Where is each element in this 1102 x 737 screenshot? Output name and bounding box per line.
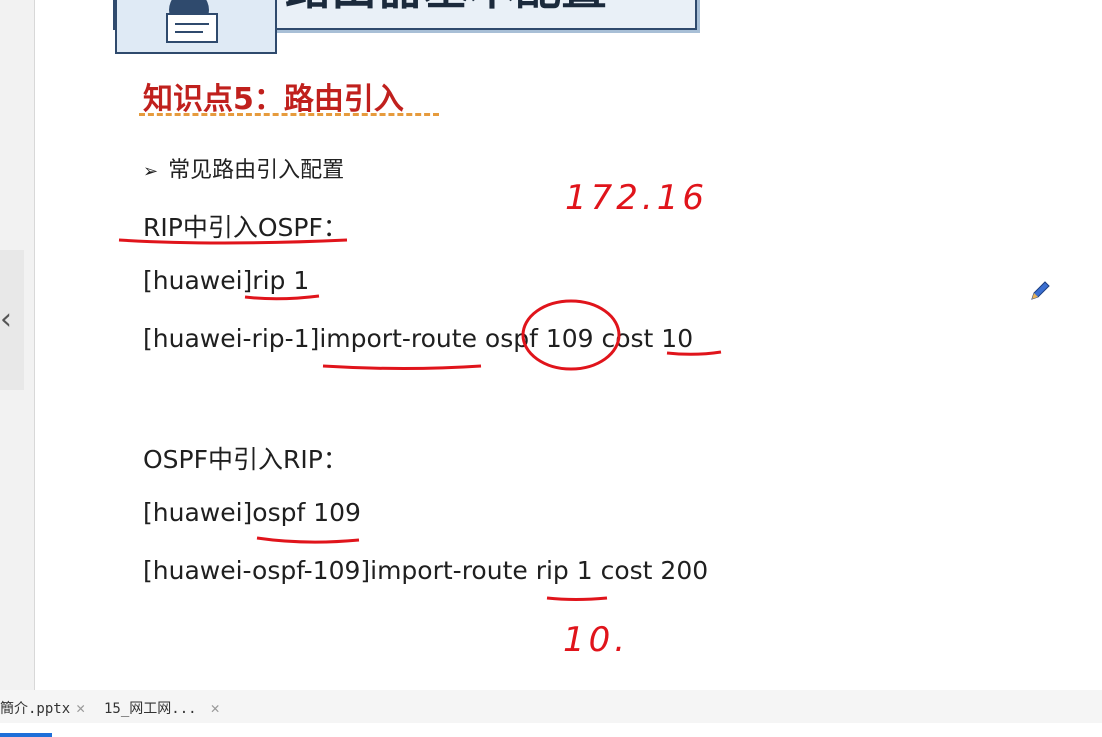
tab-label: 15_网工网... (104, 701, 197, 717)
chevron-left-icon: ‹ (0, 302, 12, 337)
ink-underline-rip-1-ospf (546, 596, 608, 601)
document-tab-bar: 簡介.pptx ✕ 15_网工网... ✕ (0, 690, 1102, 723)
ink-underline-rip-1 (244, 294, 320, 301)
ink-underline-ospf-109 (256, 536, 360, 544)
ink-annotations (118, 238, 722, 601)
close-icon[interactable]: ✕ (76, 699, 85, 717)
ink-circle-ospf-109 (521, 299, 621, 371)
ink-underline-cost-10 (666, 350, 722, 356)
tab-pptx[interactable]: 簡介.pptx ✕ (0, 698, 85, 718)
slide-canvas: 路由器基本配置 知识点5：路由引入 ➢常见路由引入配置 RIP中引入OSPF： … (34, 0, 1102, 691)
bottom-strip (0, 723, 1102, 737)
ink-underline-rip-heading (118, 238, 348, 245)
tab-label: 簡介.pptx (0, 701, 71, 717)
close-icon[interactable]: ✕ (211, 699, 220, 717)
pencil-icon[interactable] (1029, 280, 1051, 302)
active-tab-indicator (0, 733, 52, 737)
tab-document[interactable]: 15_网工网... ✕ (104, 698, 220, 718)
previous-slide-button[interactable]: ‹ (0, 250, 24, 390)
ink-underline-import-route (322, 364, 482, 370)
